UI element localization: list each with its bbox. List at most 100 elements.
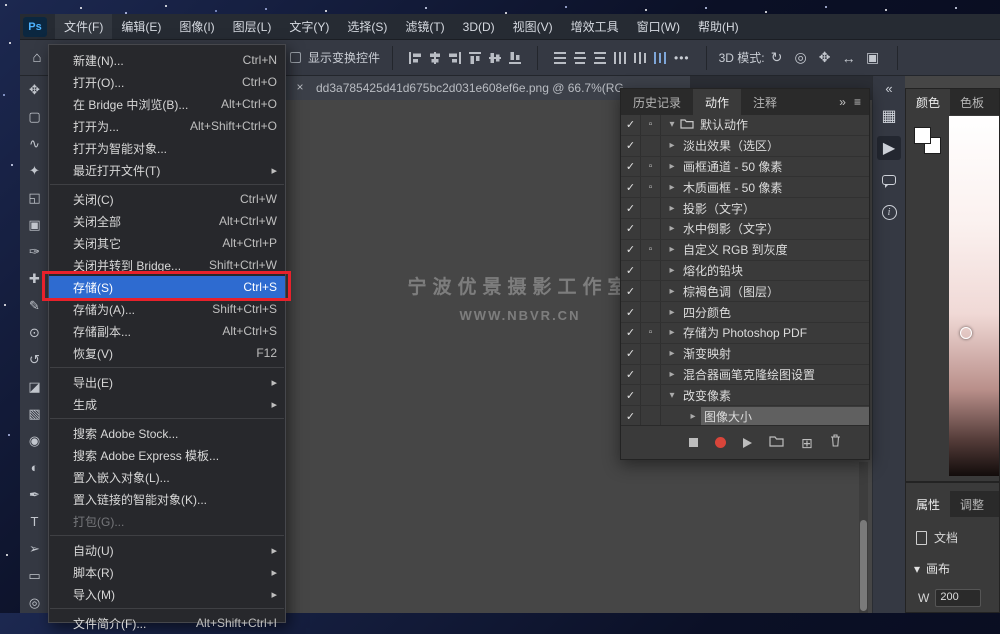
zoom-tool[interactable]: ◎ — [20, 589, 49, 616]
check-icon[interactable]: ✓ — [621, 281, 641, 301]
menu-item-save-a-copy[interactable]: 存储副本...Alt+Ctrl+S — [49, 320, 285, 342]
tab-gradients[interactable]: 渐变 — [994, 89, 1000, 115]
dialog-toggle-placeholder[interactable] — [641, 365, 661, 385]
type-tool[interactable]: T — [20, 508, 49, 535]
tab-adjustments[interactable]: 调整 — [950, 491, 994, 517]
check-icon[interactable]: ✓ — [621, 115, 641, 135]
record-button[interactable] — [715, 437, 726, 448]
check-icon[interactable]: ✓ — [621, 177, 641, 197]
chevron-right-icon[interactable]: ▸ — [664, 327, 680, 338]
chevron-down-icon[interactable]: ▾ — [664, 390, 680, 401]
menu-item-generate[interactable]: 生成▸ — [49, 393, 285, 415]
menu-image[interactable]: 图像(I) — [170, 14, 223, 39]
check-icon[interactable]: ✓ — [621, 261, 641, 281]
blur-tool[interactable]: ◉ — [20, 427, 49, 454]
menu-item-open-recent[interactable]: 最近打开文件(T)▸ — [49, 159, 285, 181]
check-icon[interactable]: ✓ — [621, 406, 641, 425]
dialog-toggle-placeholder[interactable] — [641, 302, 661, 322]
distribute-vertical-center-icon[interactable] — [570, 50, 590, 66]
chevron-right-icon[interactable]: ▸ — [685, 411, 701, 422]
menu-item-open[interactable]: 打开(O)...Ctrl+O — [49, 71, 285, 93]
tab-properties[interactable]: 属性 — [906, 491, 950, 517]
check-icon[interactable]: ✓ — [621, 219, 641, 239]
check-icon[interactable]: ✓ — [621, 157, 641, 177]
chevron-right-icon[interactable]: ▸ — [664, 265, 680, 276]
menu-filter[interactable]: 滤镜(T) — [396, 14, 453, 39]
roll-icon[interactable]: ◎ — [789, 49, 813, 66]
dodge-tool[interactable]: ◐ — [20, 454, 49, 481]
chevron-right-icon[interactable]: ▸ — [664, 307, 680, 318]
clone-stamp-tool[interactable]: ⊙ — [20, 319, 49, 346]
action-row[interactable]: ✓ ▸ 四分颜色 — [621, 302, 869, 323]
camera-icon[interactable]: ▣ — [861, 49, 885, 66]
menu-type[interactable]: 文字(Y) — [280, 14, 338, 39]
tab-actions[interactable]: 动作 — [693, 89, 741, 115]
canvas-vertical-scrollbar[interactable] — [859, 462, 868, 613]
orbit-icon[interactable]: ↻ — [765, 49, 789, 66]
home-icon[interactable]: ⌂ — [24, 49, 50, 66]
menu-item-open-as[interactable]: 打开为...Alt+Shift+Ctrl+O — [49, 115, 285, 137]
menu-file[interactable]: 文件(F) — [55, 14, 112, 39]
menu-item-import[interactable]: 导入(M)▸ — [49, 583, 285, 605]
foreground-background-swatches[interactable] — [914, 127, 944, 157]
menu-plugins[interactable]: 增效工具 — [562, 14, 628, 39]
action-row[interactable]: ✓ ▸ 投影（文字） — [621, 198, 869, 219]
width-input[interactable]: 200 — [935, 589, 981, 607]
dialog-toggle-placeholder[interactable] — [641, 406, 661, 425]
collapse-dock-icon[interactable]: « — [873, 76, 905, 96]
action-row[interactable]: ✓ ▸ 混合器画笔克隆绘图设置 — [621, 365, 869, 386]
dialog-toggle-icon[interactable]: ▫ — [641, 177, 661, 197]
eyedropper-tool[interactable]: ✑ — [20, 238, 49, 265]
dialog-toggle-icon[interactable]: ▫ — [641, 323, 661, 343]
check-icon[interactable]: ✓ — [621, 302, 641, 322]
menu-item-search-adobe-express[interactable]: 搜索 Adobe Express 模板... — [49, 444, 285, 466]
object-selection-tool[interactable]: ✦ — [20, 157, 49, 184]
color-picker-gradient[interactable] — [949, 116, 999, 476]
path-selection-tool[interactable]: ➢ — [20, 535, 49, 562]
more-options-button[interactable]: ••• — [674, 51, 690, 65]
chevron-right-icon[interactable]: ▸ — [664, 223, 680, 234]
action-row[interactable]: ✓ ▫ ▸ 木质画框 - 50 像素 — [621, 177, 869, 198]
chevron-right-icon[interactable]: ▸ — [664, 182, 680, 193]
menu-item-open-as-smart-object[interactable]: 打开为智能对象... — [49, 137, 285, 159]
play-button[interactable] — [743, 438, 752, 448]
menu-view[interactable]: 视图(V) — [504, 14, 562, 39]
chevron-down-icon[interactable]: ▾ — [664, 119, 680, 130]
menu-layer[interactable]: 图层(L) — [224, 14, 281, 39]
tab-notes[interactable]: 注释 — [741, 89, 789, 115]
menu-help[interactable]: 帮助(H) — [689, 14, 748, 39]
dialog-toggle-placeholder[interactable] — [641, 261, 661, 281]
menu-3d[interactable]: 3D(D) — [454, 14, 504, 39]
check-icon[interactable]: ✓ — [621, 365, 641, 385]
chevron-right-icon[interactable]: ▸ — [664, 348, 680, 359]
history-brush-tool[interactable]: ↺ — [20, 346, 49, 373]
distribute-right-icon[interactable] — [650, 50, 670, 66]
notes-panel-icon[interactable] — [877, 168, 901, 192]
delete-button[interactable] — [830, 434, 841, 452]
check-icon[interactable]: ✓ — [621, 136, 641, 156]
new-set-button[interactable] — [769, 434, 784, 452]
chevron-right-icon[interactable]: ▸ — [664, 203, 680, 214]
menu-item-file-info[interactable]: 文件简介(F)...Alt+Shift+Ctrl+I — [49, 612, 285, 634]
check-icon[interactable]: ✓ — [621, 198, 641, 218]
dialog-toggle-placeholder[interactable] — [641, 136, 661, 156]
collapse-panel-icon[interactable]: » — [839, 95, 846, 109]
menu-item-place-linked[interactable]: 置入链接的智能对象(K)... — [49, 488, 285, 510]
align-top-icon[interactable] — [465, 50, 485, 66]
action-row[interactable]: ✓ ▫ ▸ 画框通道 - 50 像素 — [621, 157, 869, 178]
marquee-tool[interactable]: ▢ — [20, 103, 49, 130]
dialog-toggle-placeholder[interactable] — [641, 344, 661, 364]
chevron-right-icon[interactable]: ▸ — [664, 140, 680, 151]
menu-item-new[interactable]: 新建(N)...Ctrl+N — [49, 49, 285, 71]
show-transform-checkbox[interactable] — [290, 52, 301, 63]
dialog-toggle-icon[interactable]: ▫ — [641, 240, 661, 260]
align-bottom-icon[interactable] — [505, 50, 525, 66]
align-center-vertical-icon[interactable] — [485, 50, 505, 66]
color-picker-marker[interactable] — [960, 327, 972, 339]
dialog-toggle-placeholder[interactable] — [641, 198, 661, 218]
distribute-left-icon[interactable] — [610, 50, 630, 66]
canvas-section-header[interactable]: ▾ 画布 — [906, 546, 999, 577]
dialog-toggle-placeholder[interactable] — [641, 219, 661, 239]
action-row[interactable]: ✓ ▸ 水中倒影（文字） — [621, 219, 869, 240]
align-center-horizontal-icon[interactable] — [425, 50, 445, 66]
